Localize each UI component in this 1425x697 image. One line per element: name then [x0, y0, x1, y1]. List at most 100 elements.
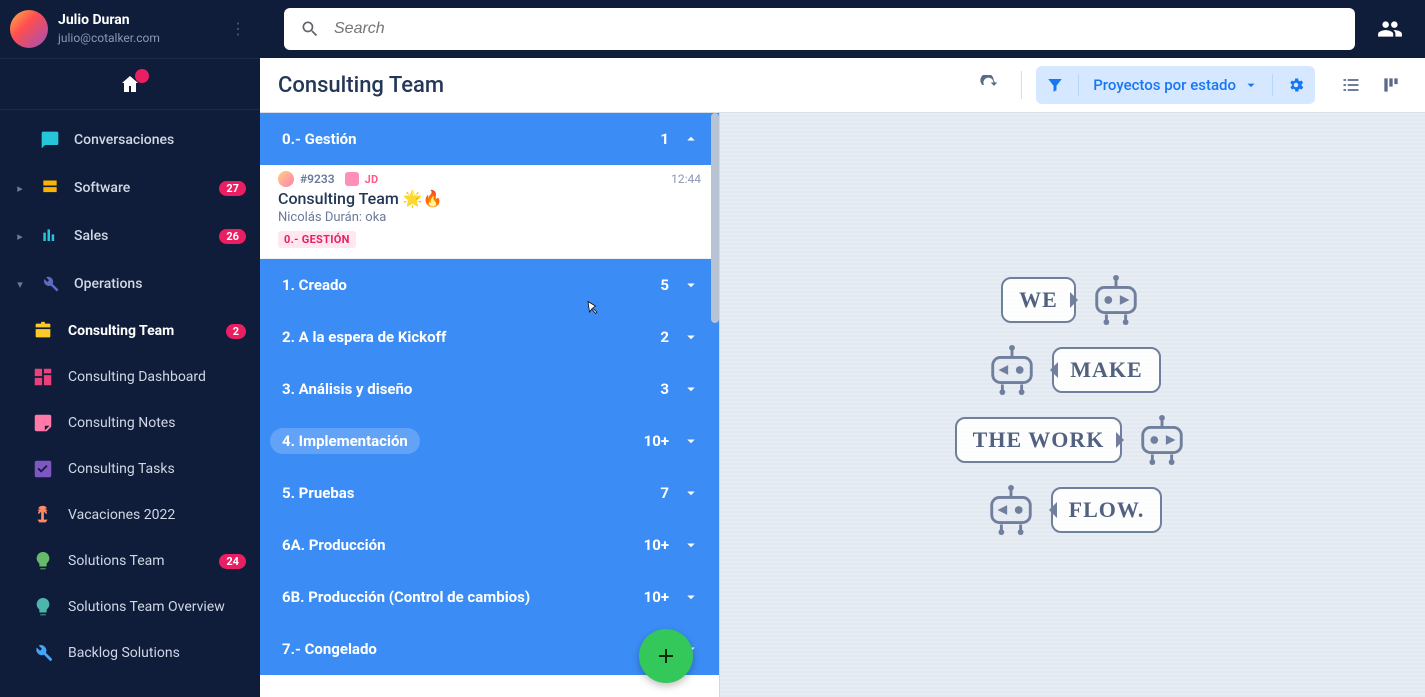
kanban-view-button[interactable] — [1373, 67, 1409, 103]
filter-dropdown[interactable]: Proyectos por estado — [1036, 66, 1315, 104]
sidebar: Julio Duran julio@cotalker.com ⋮ Convers… — [0, 0, 260, 697]
task-subtitle: Nicolás Durán: oka — [278, 210, 701, 225]
chevron-down-icon — [681, 536, 701, 554]
group-gestion[interactable]: 0.- Gestión 1 — [260, 113, 719, 165]
task-avatar-icon — [278, 171, 294, 187]
chevron-down-icon — [681, 328, 701, 346]
home-button[interactable] — [0, 58, 260, 110]
bulb-icon — [32, 551, 54, 571]
group-count: 7 — [660, 484, 669, 502]
nav-badge: 26 — [219, 229, 246, 244]
group-produccion-a[interactable]: 6A. Producción 10+ — [260, 519, 719, 571]
nav-vacaciones[interactable]: Vacaciones 2022 — [0, 492, 260, 538]
robot-icon — [1134, 414, 1190, 466]
divider — [1021, 71, 1022, 99]
nav-consulting-notes[interactable]: Consulting Notes — [0, 400, 260, 446]
nav-badge: 27 — [219, 181, 246, 196]
body: 0.- Gestión 1 #9233 JD 12:44 Consulting … — [260, 113, 1425, 697]
nav-badge: 2 — [226, 324, 246, 339]
nav-label: Consulting Tasks — [68, 461, 246, 477]
nav-label: Consulting Dashboard — [68, 369, 246, 385]
group-produccion-b[interactable]: 6B. Producción (Control de cambios) 10+ — [260, 571, 719, 623]
list-icon — [1341, 75, 1361, 95]
nav-operations[interactable]: ▾ Operations — [0, 260, 260, 308]
group-label: 6A. Producción — [282, 536, 632, 554]
chevron-down-icon — [681, 432, 701, 450]
filter-icon — [1046, 76, 1064, 94]
profile-name: Julio Duran — [58, 12, 220, 29]
nav-solutions-overview[interactable]: Solutions Team Overview — [0, 584, 260, 630]
empty-state-illustration: WE MAKE THE WORK FLOW. — [955, 274, 1191, 536]
contacts-button[interactable] — [1375, 14, 1405, 44]
nav-backlog-solutions[interactable]: Backlog Solutions — [0, 630, 260, 676]
filter-label: Proyectos por estado — [1093, 76, 1236, 94]
group-count: 3 — [660, 380, 669, 398]
nav-label: Consulting Team — [68, 323, 212, 339]
nav-label: Operations — [74, 276, 246, 292]
group-pruebas[interactable]: 5. Pruebas 7 — [260, 467, 719, 519]
profile-menu-icon[interactable]: ⋮ — [230, 21, 246, 37]
chat-icon — [40, 130, 60, 150]
nav-label: Solutions Team — [68, 553, 205, 569]
list-view-button[interactable] — [1333, 67, 1369, 103]
nav-solutions-team[interactable]: Solutions Team 24 — [0, 538, 260, 584]
chevron-down-icon — [681, 276, 701, 294]
group-kickoff[interactable]: 2. A la espera de Kickoff 2 — [260, 311, 719, 363]
group-creado[interactable]: 1. Creado 5 — [260, 259, 719, 311]
nav-label: Conversaciones — [74, 132, 246, 148]
nav-conversaciones[interactable]: Conversaciones — [0, 116, 260, 164]
page-header: Consulting Team Proyectos por estado — [260, 58, 1425, 113]
task-card[interactable]: #9233 JD 12:44 Consulting Team 🌟🔥 Nicolá… — [260, 165, 719, 259]
dashboard-icon — [32, 367, 54, 387]
scrollbar[interactable] — [711, 113, 719, 323]
task-list-pane: 0.- Gestión 1 #9233 JD 12:44 Consulting … — [260, 113, 720, 697]
refresh-button[interactable] — [971, 67, 1007, 103]
nav-consulting-tasks[interactable]: Consulting Tasks — [0, 446, 260, 492]
nav-consulting-dashboard[interactable]: Consulting Dashboard — [0, 354, 260, 400]
detail-pane: WE MAKE THE WORK FLOW. — [720, 113, 1425, 697]
chevron-down-icon — [681, 380, 701, 398]
search-box[interactable] — [284, 8, 1355, 50]
robot-icon — [983, 484, 1039, 536]
bars-icon — [40, 226, 60, 246]
profile-email: julio@cotalker.com — [58, 31, 220, 45]
group-analisis[interactable]: 3. Análisis y diseño 3 — [260, 363, 719, 415]
nav-sales[interactable]: ▸ Sales 26 — [0, 212, 260, 260]
chevron-right-icon: ▸ — [14, 182, 26, 195]
group-label: 2. A la espera de Kickoff — [282, 328, 648, 346]
placeholder-text: THE WORK — [973, 427, 1105, 452]
placeholder-text: WE — [1019, 287, 1058, 312]
search-icon — [300, 19, 320, 39]
robot-icon — [984, 344, 1040, 396]
group-count: 10+ — [644, 536, 669, 554]
gear-icon — [1287, 76, 1305, 94]
nav-consulting-team[interactable]: Consulting Team 2 — [0, 308, 260, 354]
topbar — [260, 0, 1425, 58]
group-label: 4. Implementación — [270, 428, 420, 454]
nav-label: Vacaciones 2022 — [68, 507, 246, 523]
refresh-icon — [979, 75, 999, 95]
task-title: Consulting Team 🌟🔥 — [278, 189, 701, 208]
profile-section[interactable]: Julio Duran julio@cotalker.com ⋮ — [0, 0, 260, 58]
group-implementacion[interactable]: 4. Implementación 10+ — [260, 415, 719, 467]
nav-label: Consulting Notes — [68, 415, 246, 431]
robot-icon — [1088, 274, 1144, 326]
task-time: 12:44 — [671, 172, 701, 186]
server-icon — [40, 178, 60, 198]
nav-badge: 24 — [219, 554, 246, 569]
nav-software[interactable]: ▸ Software 27 — [0, 164, 260, 212]
search-input[interactable] — [334, 20, 1339, 38]
group-label: 1. Creado — [282, 276, 648, 294]
group-label: 0.- Gestión — [282, 130, 648, 148]
group-count: 2 — [660, 328, 669, 346]
chevron-right-icon: ▸ — [14, 230, 26, 243]
nav-label: Backlog Solutions — [68, 645, 246, 661]
wrench-icon — [40, 274, 60, 294]
plus-icon — [654, 644, 678, 668]
group-count: 1 — [660, 130, 669, 148]
chevron-down-icon — [681, 588, 701, 606]
people-icon — [1377, 16, 1403, 42]
avatar — [10, 10, 48, 48]
caret-down-icon — [1244, 78, 1258, 92]
add-task-button[interactable] — [639, 629, 693, 683]
